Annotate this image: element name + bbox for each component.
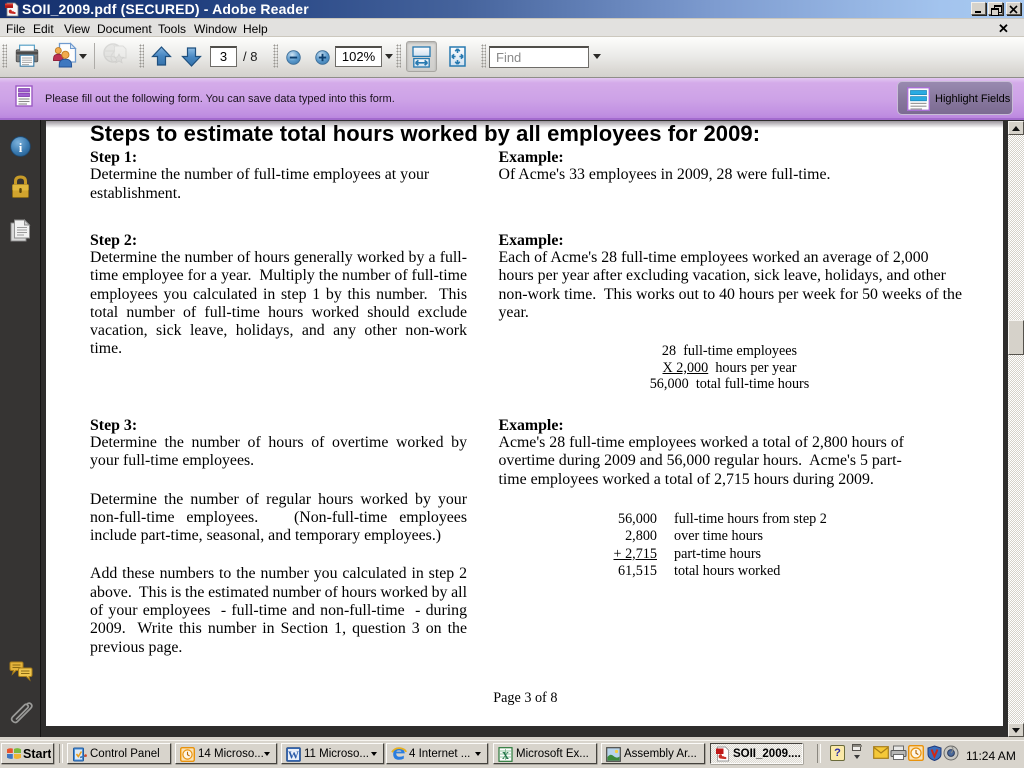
svg-text:i: i bbox=[19, 140, 23, 155]
svg-text:W: W bbox=[288, 750, 299, 762]
svg-text:X: X bbox=[502, 751, 510, 762]
